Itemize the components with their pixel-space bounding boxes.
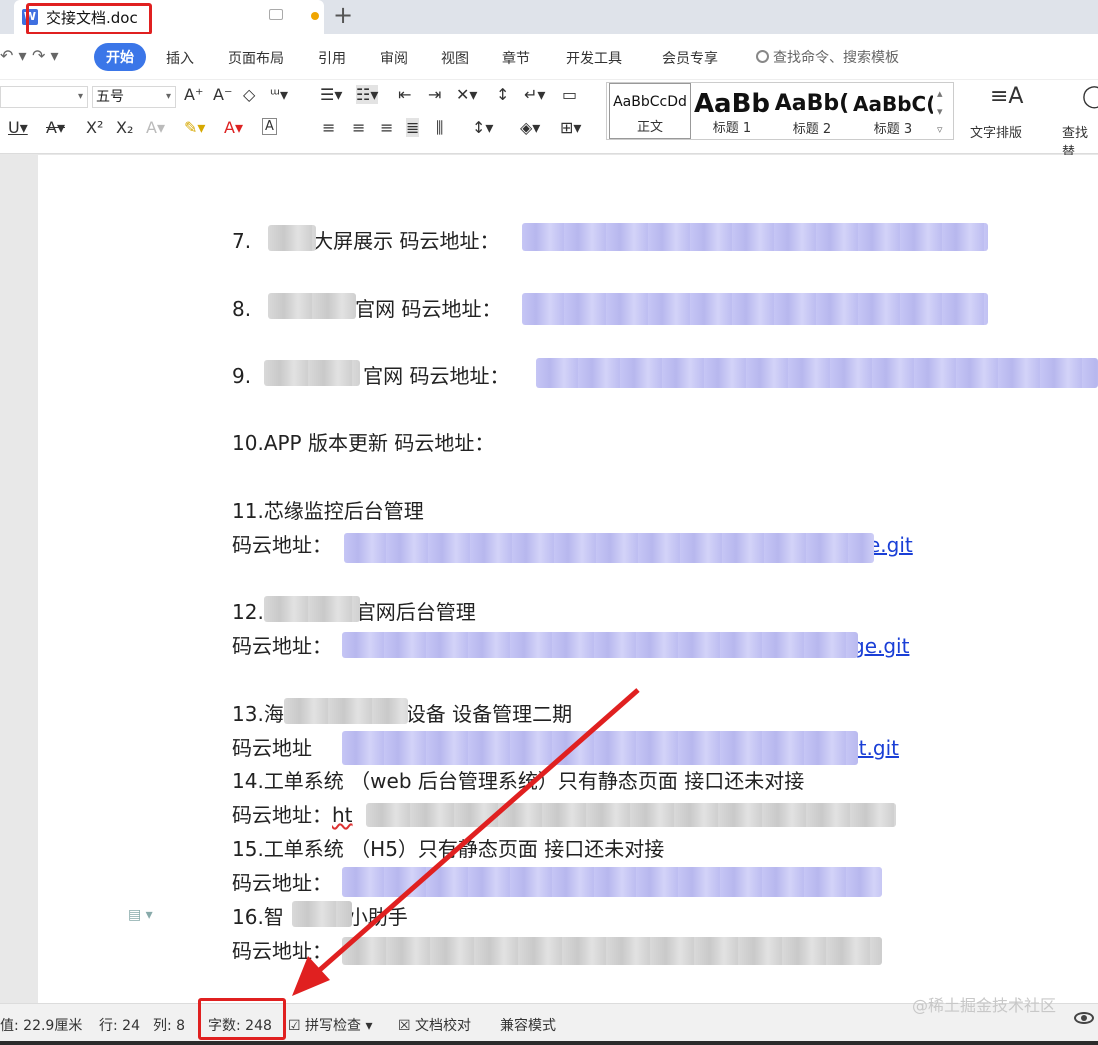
app-window: W 交接文档.doc + ↶ ▾ ↷ ▾ 开始 插入 页面布局 引用 审阅 视图…	[0, 0, 1098, 1045]
annotation-arrow	[292, 688, 640, 996]
arrow-head	[292, 956, 330, 996]
arrow-shaft	[304, 688, 640, 984]
